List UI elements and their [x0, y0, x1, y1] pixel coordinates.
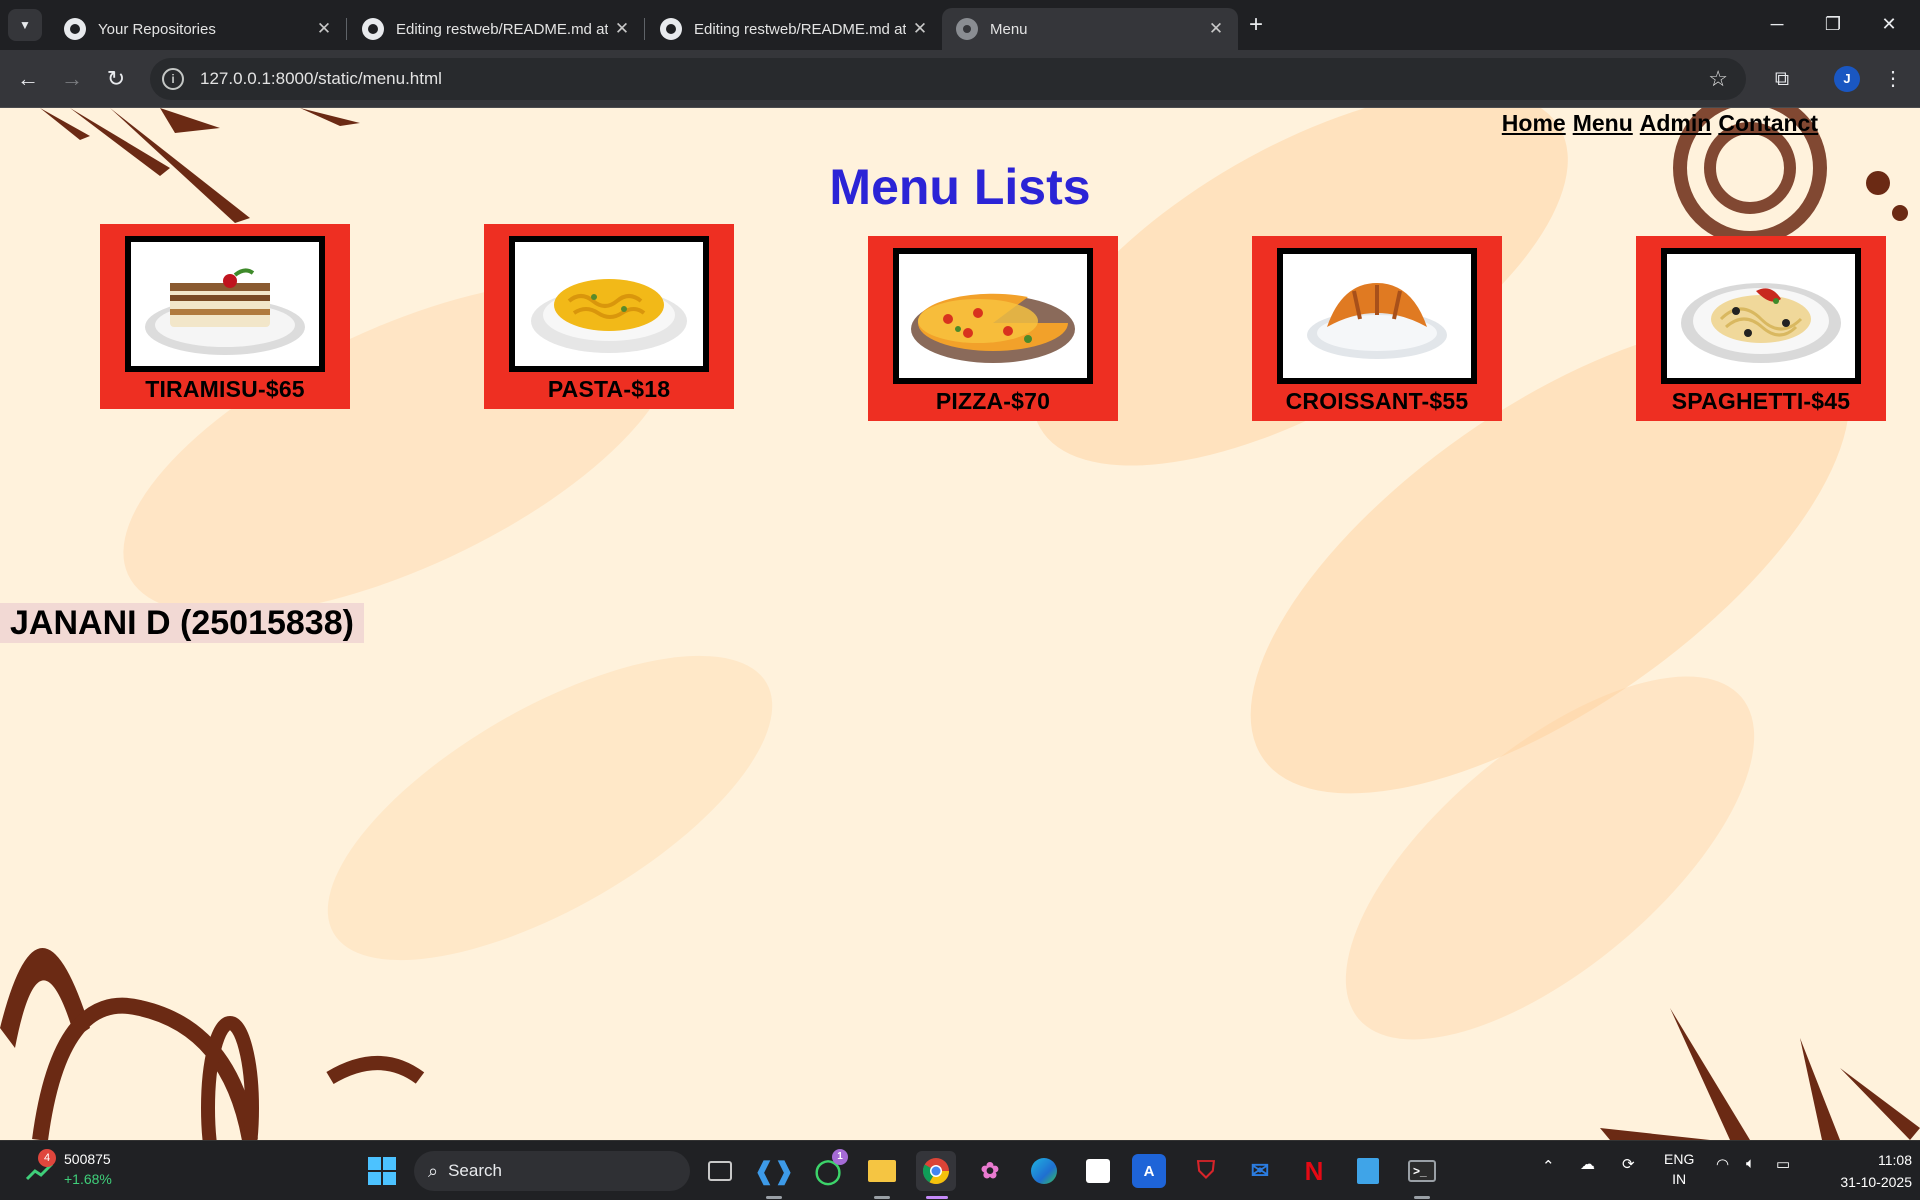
clock-date: 31-10-2025	[1840, 1174, 1912, 1190]
extensions-icon[interactable]: ⧉	[1766, 63, 1798, 95]
close-icon[interactable]: ✕	[1202, 19, 1230, 39]
stock-change: +1.68%	[64, 1171, 112, 1187]
search-label: Search	[448, 1161, 502, 1180]
github-icon	[362, 18, 384, 40]
page-viewport: Home Menu Admin Contanct Menu Lists TIRA…	[0, 108, 1920, 1140]
netflix-icon[interactable]: N	[1294, 1151, 1334, 1191]
terminal-icon[interactable]: >_	[1402, 1151, 1442, 1191]
clock-time: 11:08	[1878, 1152, 1912, 1168]
url-text[interactable]: 127.0.0.1:8000/static/menu.html	[200, 69, 442, 89]
profile-avatar[interactable]: J	[1834, 66, 1860, 92]
back-button[interactable]: ←	[12, 63, 44, 95]
pizza-image	[911, 293, 1075, 363]
edge-icon[interactable]	[1024, 1151, 1064, 1191]
menu-item-label: TIRAMISU-$65	[145, 376, 305, 402]
leaf-decoration-bottom-right	[1600, 1008, 1920, 1140]
clock[interactable]: 11:08 31-10-2025	[1812, 1149, 1912, 1193]
menu-item-label: PIZZA-$70	[935, 388, 1051, 414]
menu-item-pizza[interactable]: PIZZA-$70	[868, 236, 1118, 421]
volume-icon[interactable]: 🔈︎	[1746, 1155, 1755, 1172]
copilot-icon[interactable]: ✿	[970, 1151, 1010, 1191]
notification-badge: 4	[38, 1149, 56, 1167]
menu-item-label: CROISSANT-$55	[1285, 388, 1469, 414]
tab-title: Editing restweb/README.md at	[694, 20, 906, 38]
dish-image-frame	[1661, 248, 1861, 384]
chrome-icon[interactable]	[916, 1151, 956, 1191]
menu-item-label: SPAGHETTI-$45	[1671, 388, 1851, 414]
close-icon[interactable]: ✕	[310, 19, 338, 39]
browser-toolbar: ← → ↻ i 127.0.0.1:8000/static/menu.html …	[0, 50, 1920, 108]
onedrive-icon[interactable]: ☁	[1580, 1155, 1595, 1173]
lang-region: IN	[1672, 1171, 1687, 1187]
close-window-button[interactable]: ✕	[1864, 8, 1914, 40]
task-view-icon[interactable]	[700, 1151, 740, 1191]
nav-admin-link[interactable]: Admin	[1640, 110, 1712, 137]
chevron-down-icon: ▼	[19, 18, 31, 32]
menu-item-croissant[interactable]: CROISSANT-$55	[1252, 236, 1502, 421]
language-indicator[interactable]: ENG IN	[1664, 1149, 1694, 1189]
site-info-icon[interactable]: i	[162, 68, 184, 90]
tab-menu[interactable]: Menu ✕	[942, 8, 1238, 50]
wifi-icon[interactable]: ◠	[1716, 1155, 1729, 1173]
outlook-icon[interactable]: ✉	[1240, 1151, 1280, 1191]
github-icon	[64, 18, 86, 40]
tiramisu-image	[145, 268, 305, 355]
address-bar[interactable]: i 127.0.0.1:8000/static/menu.html ☆	[150, 58, 1746, 100]
new-tab-button[interactable]: +	[1240, 10, 1272, 42]
minimize-button[interactable]: ─	[1752, 8, 1802, 40]
forward-button[interactable]: →	[56, 63, 88, 95]
tab-title: Your Repositories	[98, 20, 216, 38]
tab-editing-readme-2[interactable]: Editing restweb/README.md at ✕	[646, 8, 942, 50]
show-hidden-icons[interactable]: ⌃	[1542, 1157, 1555, 1175]
vscode-icon[interactable]: ❰❱	[754, 1151, 794, 1191]
tab-editing-readme-1[interactable]: Editing restweb/README.md at ✕	[348, 8, 644, 50]
windows-taskbar: 4 500875 +1.68% ⌕ Search ❰❱ ◯ 1 ✿ A ⛉ ✉ N…	[0, 1140, 1920, 1200]
dish-image-frame	[125, 236, 325, 372]
battery-icon[interactable]: ▭	[1776, 1155, 1790, 1173]
tab-search-button[interactable]: ▼	[8, 9, 42, 41]
nav-home-link[interactable]: Home	[1502, 110, 1566, 137]
close-icon[interactable]: ✕	[906, 19, 934, 39]
windows-start-icon[interactable]	[362, 1151, 402, 1191]
dish-image-frame	[509, 236, 709, 372]
app-icon-blue[interactable]: A	[1132, 1154, 1166, 1188]
whatsapp-badge: 1	[832, 1149, 848, 1165]
menu-item-pasta[interactable]: PASTA-$18	[484, 224, 734, 409]
close-icon[interactable]: ✕	[608, 19, 636, 39]
tab-your-repositories[interactable]: Your Repositories ✕	[50, 8, 346, 50]
menu-item-label: PASTA-$18	[547, 376, 671, 402]
dish-image-frame	[893, 248, 1093, 384]
menu-item-spaghetti[interactable]: SPAGHETTI-$45	[1636, 236, 1886, 421]
search-icon: ⌕	[428, 1160, 439, 1181]
bookmark-star-icon[interactable]: ☆	[1708, 66, 1728, 92]
page-title: Menu Lists	[829, 159, 1091, 215]
globe-icon	[956, 18, 978, 40]
reload-button[interactable]: ↻	[100, 63, 132, 95]
notepad-icon[interactable]	[1348, 1151, 1388, 1191]
stock-widget[interactable]: 4 500875 +1.68%	[26, 1149, 116, 1193]
file-explorer-icon[interactable]	[862, 1151, 902, 1191]
ms-store-icon[interactable]	[1078, 1151, 1118, 1191]
mcafee-icon[interactable]: ⛉	[1186, 1151, 1226, 1191]
whatsapp-icon[interactable]: ◯ 1	[808, 1149, 848, 1191]
nav-contact-link[interactable]: Contanct	[1718, 110, 1818, 137]
taskbar-search-box[interactable]: ⌕ Search	[414, 1151, 690, 1191]
stock-value: 500875	[64, 1151, 111, 1167]
site-nav: Home Menu Admin Contanct	[1502, 110, 1818, 137]
tab-title: Editing restweb/README.md at	[396, 20, 608, 38]
pasta-image	[531, 279, 687, 353]
dish-image-frame	[1277, 248, 1477, 384]
tab-title: Menu	[990, 20, 1028, 38]
github-icon	[660, 18, 682, 40]
croissant-image	[1307, 283, 1447, 359]
menu-item-tiramisu[interactable]: TIRAMISU-$65	[100, 224, 350, 409]
nav-menu-link[interactable]: Menu	[1573, 110, 1633, 137]
sync-icon[interactable]: ⟳	[1622, 1155, 1635, 1173]
spaghetti-image	[1681, 283, 1841, 363]
author-name: JANANI D (25015838)	[0, 603, 364, 643]
tab-bar: ▼ Your Repositories ✕ Editing restweb/RE…	[0, 0, 1920, 50]
lang-code: ENG	[1664, 1151, 1695, 1167]
browser-menu-icon[interactable]: ⋮	[1880, 63, 1906, 95]
restore-button[interactable]: ❐	[1808, 8, 1858, 40]
